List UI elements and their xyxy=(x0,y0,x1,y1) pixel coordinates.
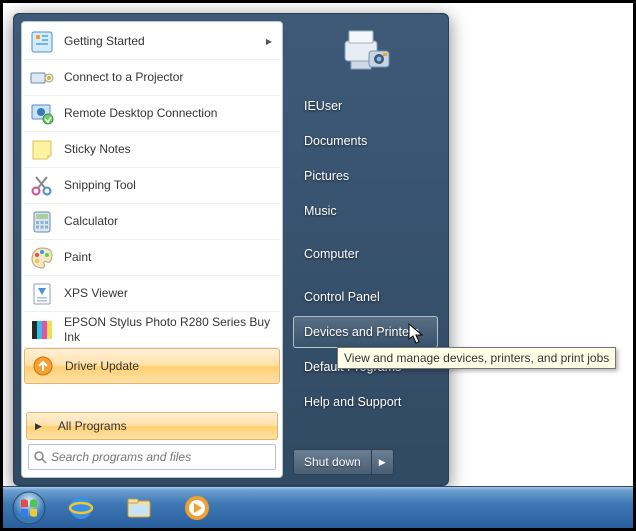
rlink-ieuser[interactable]: IEUser xyxy=(293,90,438,122)
start-menu-left-panel: Getting Started Connect to a Projector R… xyxy=(21,21,283,478)
program-driver-update[interactable]: Driver Update xyxy=(24,348,280,384)
snipping-tool-icon xyxy=(28,172,56,200)
search-icon xyxy=(33,450,47,464)
program-list: Getting Started Connect to a Projector R… xyxy=(22,22,282,409)
start-menu-right-panel: IEUser Documents Pictures Music Computer… xyxy=(283,14,448,485)
search-input[interactable] xyxy=(51,450,269,464)
program-paint[interactable]: Paint xyxy=(24,240,280,276)
start-button[interactable] xyxy=(7,489,51,527)
rlink-devices-printers[interactable]: Devices and Printers xyxy=(293,316,438,348)
program-connect-projector[interactable]: Connect to a Projector xyxy=(24,60,280,96)
program-label: XPS Viewer xyxy=(64,286,276,300)
program-label: Sticky Notes xyxy=(64,142,276,156)
program-label: Driver Update xyxy=(65,359,275,373)
taskbar-media-player[interactable] xyxy=(169,490,225,526)
taskbar xyxy=(3,486,633,528)
program-xps-viewer[interactable]: XPS Viewer xyxy=(24,276,280,312)
paint-icon xyxy=(28,244,56,272)
xps-viewer-icon xyxy=(28,280,56,308)
program-label: Snipping Tool xyxy=(64,178,276,192)
program-label: Getting Started xyxy=(64,34,276,48)
program-label: EPSON Stylus Photo R280 Series Buy Ink xyxy=(64,315,276,344)
shutdown-button[interactable]: Shut down ▶ xyxy=(293,449,394,475)
rlink-computer[interactable]: Computer xyxy=(293,238,438,270)
program-label: Paint xyxy=(64,250,276,264)
program-epson-buy-ink[interactable]: EPSON Stylus Photo R280 Series Buy Ink xyxy=(24,312,280,348)
rlink-documents[interactable]: Documents xyxy=(293,125,438,157)
rlink-music[interactable]: Music xyxy=(293,195,438,227)
driver-update-icon xyxy=(29,352,57,380)
all-programs-label: All Programs xyxy=(58,419,127,433)
devices-printers-icon xyxy=(338,24,394,80)
sticky-notes-icon xyxy=(28,136,56,164)
shutdown-label: Shut down xyxy=(294,455,371,469)
rlink-pictures[interactable]: Pictures xyxy=(293,160,438,192)
program-snipping-tool[interactable]: Snipping Tool xyxy=(24,168,280,204)
remote-desktop-icon xyxy=(28,100,56,128)
program-getting-started[interactable]: Getting Started xyxy=(24,24,280,60)
rlink-help-support[interactable]: Help and Support xyxy=(293,386,438,418)
rlink-control-panel[interactable]: Control Panel xyxy=(293,281,438,313)
program-label: Remote Desktop Connection xyxy=(64,106,276,120)
program-calculator[interactable]: Calculator xyxy=(24,204,280,240)
getting-started-icon xyxy=(28,28,56,56)
start-menu: Getting Started Connect to a Projector R… xyxy=(13,13,449,486)
projector-icon xyxy=(28,64,56,92)
calculator-icon xyxy=(28,208,56,236)
tooltip: View and manage devices, printers, and p… xyxy=(337,347,616,369)
taskbar-explorer[interactable] xyxy=(111,490,167,526)
epson-ink-icon xyxy=(28,316,56,344)
program-remote-desktop[interactable]: Remote Desktop Connection xyxy=(24,96,280,132)
all-programs[interactable]: ▶ All Programs xyxy=(26,412,278,440)
shutdown-row: Shut down ▶ xyxy=(293,449,438,475)
taskbar-ie[interactable] xyxy=(53,490,109,526)
program-label: Connect to a Projector xyxy=(64,70,276,84)
program-label: Calculator xyxy=(64,214,276,228)
arrow-right-icon: ▶ xyxy=(35,421,42,432)
search-box[interactable] xyxy=(28,444,276,470)
program-sticky-notes[interactable]: Sticky Notes xyxy=(24,132,280,168)
shutdown-arrow-icon[interactable]: ▶ xyxy=(371,450,393,474)
